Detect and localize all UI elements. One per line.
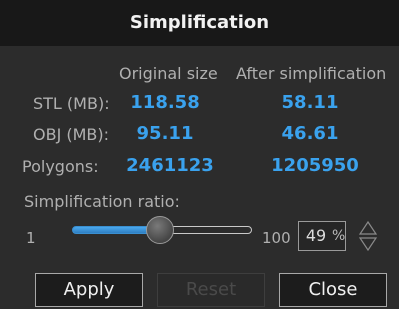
reset-button[interactable]: Reset (157, 273, 265, 307)
spin-up-icon[interactable] (358, 220, 378, 235)
apply-button[interactable]: Apply (35, 273, 143, 307)
obj-after-value: 46.61 (281, 123, 339, 144)
polygons-original-value: 2461123 (126, 155, 214, 176)
column-header-original: Original size (119, 64, 218, 83)
dialog-body (0, 46, 399, 309)
slider-track[interactable] (166, 226, 252, 234)
stl-after-value: 58.11 (281, 92, 339, 113)
polygons-after-value: 1205950 (271, 155, 359, 176)
up-down-arrows-icon[interactable] (358, 220, 378, 252)
simplification-ratio-label: Simplification ratio: (24, 192, 180, 211)
slider-handle[interactable] (146, 216, 175, 244)
slider-min-label: 1 (26, 229, 36, 247)
ratio-input[interactable]: 49 % (298, 221, 346, 251)
slider-max-label: 100 (262, 229, 291, 247)
column-header-after: After simplification (236, 64, 387, 83)
spin-down-icon[interactable] (358, 237, 378, 252)
stl-original-value: 118.58 (130, 92, 200, 113)
row-label-polygons: Polygons: (22, 157, 99, 176)
close-button[interactable]: Close (279, 273, 387, 307)
ratio-unit: % (332, 228, 346, 244)
simplification-dialog: Simplification Original size After simpl… (0, 0, 399, 309)
ratio-value[interactable]: 49 (299, 222, 333, 250)
row-label-stl: STL (MB): (33, 94, 110, 113)
row-label-obj: OBJ (MB): (33, 125, 110, 144)
dialog-title: Simplification (0, 0, 399, 46)
obj-original-value: 95.11 (136, 123, 194, 144)
